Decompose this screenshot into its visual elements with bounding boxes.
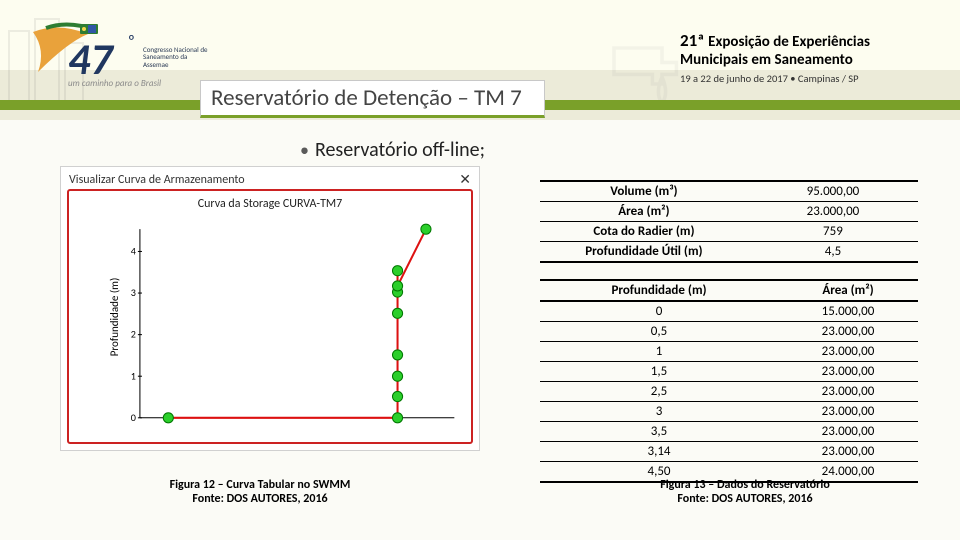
table-row: 1,523.000,00 bbox=[540, 362, 918, 382]
event-line1: 21ª Exposição de Experiências bbox=[680, 30, 940, 51]
slide-title: Reservatório de Detenção – TM 7 bbox=[200, 80, 545, 118]
cell: 23.000,00 bbox=[778, 322, 918, 342]
cell: 23.000,00 bbox=[778, 422, 918, 442]
cell: 2,5 bbox=[540, 382, 778, 402]
cell: 3 bbox=[540, 402, 778, 422]
prop-value: 4,5 bbox=[748, 242, 918, 263]
svg-text:1: 1 bbox=[131, 369, 136, 382]
table-row: 3,1423.000,00 bbox=[540, 442, 918, 462]
event-line2: Municipais em Saneamento bbox=[680, 51, 940, 69]
svg-text:4: 4 bbox=[131, 245, 136, 258]
chart-title: Curva da Storage CURVA-TM7 bbox=[69, 191, 471, 211]
event-ord: 21ª bbox=[680, 30, 708, 51]
cell: 23.000,00 bbox=[778, 342, 918, 362]
cell: 3,5 bbox=[540, 422, 778, 442]
prop-value: 95.000,00 bbox=[748, 181, 918, 202]
properties-table: Volume (m³)95.000,00Área (m²)23.000,00Co… bbox=[540, 180, 918, 263]
bullet-dot-icon: • bbox=[300, 139, 309, 161]
table-row: Volume (m³)95.000,00 bbox=[540, 181, 918, 202]
cell: 23.000,00 bbox=[778, 402, 918, 422]
caption-right: Figura 13 – Dados do Reservatório Fonte:… bbox=[595, 478, 895, 506]
cell: 15.000,00 bbox=[778, 301, 918, 322]
event-line3: 19 a 22 de junho de 2017 • Campinas / SP bbox=[680, 72, 940, 85]
logo-sub-2: Saneamento da Assemae bbox=[143, 52, 187, 68]
storage-curve-window: Visualizar Curva de Armazenamento ✕ Curv… bbox=[60, 166, 480, 451]
curve-markers bbox=[163, 224, 431, 423]
cell: 23.000,00 bbox=[778, 362, 918, 382]
cell: 23.000,00 bbox=[778, 442, 918, 462]
col-area: Área (m²) bbox=[778, 280, 918, 301]
prop-label: Volume (m³) bbox=[540, 181, 748, 202]
chart-plot: 0 1 2 3 4 bbox=[115, 219, 461, 432]
chart-svg: 0 1 2 3 4 bbox=[115, 219, 461, 432]
table-row: 015.000,00 bbox=[540, 301, 918, 322]
table-row: Cota do Radier (m)759 bbox=[540, 222, 918, 242]
curve-line bbox=[168, 229, 426, 418]
cell: 3,14 bbox=[540, 442, 778, 462]
depth-area-table: Profundidade (m) Área (m²) 015.000,000,5… bbox=[540, 279, 918, 483]
congress-logo: 47 º Congresso Nacional de Saneamento da… bbox=[28, 10, 208, 100]
bullet-text: Reservatório off-line; bbox=[315, 138, 485, 162]
cell: 1,5 bbox=[540, 362, 778, 382]
cell: 0,5 bbox=[540, 322, 778, 342]
prop-label: Profundidade Útil (m) bbox=[540, 242, 748, 263]
event-logo: 21ª Exposição de Experiências Municipais… bbox=[680, 30, 940, 85]
window-title: Visualizar Curva de Armazenamento bbox=[69, 173, 245, 187]
caption-left-a: Figura 12 – Curva Tabular no SWMM bbox=[170, 478, 351, 492]
svg-text:3: 3 bbox=[131, 286, 136, 299]
cell: 1 bbox=[540, 342, 778, 362]
caption-left-b: Fonte: DOS AUTORES, 2016 bbox=[110, 492, 410, 506]
caption-right-b: Fonte: DOS AUTORES, 2016 bbox=[595, 492, 895, 506]
logo-subtitle: Congresso Nacional de Saneamento da Asse… bbox=[143, 46, 208, 68]
cell: 0 bbox=[540, 301, 778, 322]
svg-text:0: 0 bbox=[131, 411, 136, 424]
table-row: 123.000,00 bbox=[540, 342, 918, 362]
prop-value: 759 bbox=[748, 222, 918, 242]
table-row: 3,523.000,00 bbox=[540, 422, 918, 442]
caption-left: Figura 12 – Curva Tabular no SWMM Fonte:… bbox=[110, 478, 410, 506]
data-tables: Volume (m³)95.000,00Área (m²)23.000,00Co… bbox=[540, 180, 918, 483]
table-row: 0,523.000,00 bbox=[540, 322, 918, 342]
bullet-line: • Reservatório off-line; bbox=[300, 138, 485, 162]
prop-label: Área (m²) bbox=[540, 202, 748, 222]
event-line1b: Exposição de Experiências bbox=[708, 33, 870, 51]
table-row: 2,523.000,00 bbox=[540, 382, 918, 402]
cell: 23.000,00 bbox=[778, 382, 918, 402]
table-row: Profundidade Útil (m)4,5 bbox=[540, 242, 918, 263]
prop-label: Cota do Radier (m) bbox=[540, 222, 748, 242]
svg-text:2: 2 bbox=[131, 328, 136, 341]
col-depth: Profundidade (m) bbox=[540, 280, 778, 301]
table-row: Área (m²)23.000,00 bbox=[540, 202, 918, 222]
logo-ordinal: º bbox=[128, 32, 135, 51]
chart-frame: Curva da Storage CURVA-TM7 Profundidade … bbox=[67, 189, 473, 444]
logo-tagline: um caminho para o Brasil bbox=[68, 78, 161, 89]
prop-value: 23.000,00 bbox=[748, 202, 918, 222]
table-row: 323.000,00 bbox=[540, 402, 918, 422]
caption-right-a: Figura 13 – Dados do Reservatório bbox=[660, 478, 830, 492]
window-header: Visualizar Curva de Armazenamento ✕ bbox=[61, 167, 479, 190]
close-icon[interactable]: ✕ bbox=[459, 171, 471, 188]
